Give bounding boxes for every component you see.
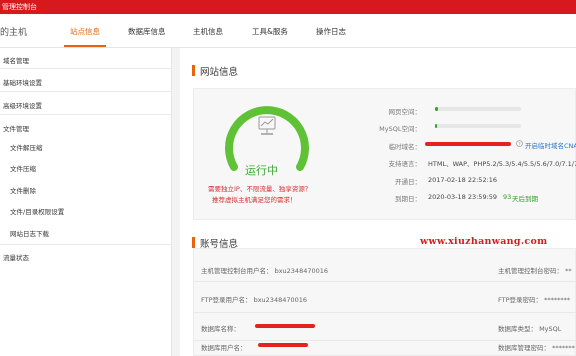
top-bar: 管理控制台 bbox=[0, 0, 576, 14]
sidebar-item-file-manager[interactable]: 文件管理 bbox=[3, 123, 29, 133]
tab-operation-log[interactable]: 操作日志 bbox=[316, 26, 346, 37]
languages-value: HTML、WAP、PHP5.2/5.3/5.4/5.5/5.6/7.0/7.1/… bbox=[428, 160, 576, 168]
tab-tools-services[interactable]: 工具&服务 bbox=[252, 26, 288, 37]
expire-days-suffix: 天后到期 bbox=[512, 195, 538, 203]
site-info-panel: 运行中 需要独立IP、不限流量、独享资源？ 推荐虚拟主机满足您的需求！ 网页空间… bbox=[193, 88, 576, 220]
redacted-database-username bbox=[258, 343, 308, 347]
tab-database-info[interactable]: 数据库信息 bbox=[128, 26, 166, 37]
account-row-divider bbox=[193, 281, 576, 282]
svg-text:?: ? bbox=[518, 141, 520, 146]
tab-bar: 的主机 站点信息 数据库信息 主机信息 工具&服务 操作日志 bbox=[0, 14, 576, 48]
expire-days-count: 93 bbox=[503, 193, 512, 201]
console-title: 管理控制台 bbox=[2, 3, 37, 11]
upgrade-hint-line2[interactable]: 推荐虚拟主机满足您的需求！ bbox=[212, 194, 297, 204]
tab-site-info[interactable]: 站点信息 bbox=[70, 26, 100, 37]
database-type: 数据库类型： MySQL bbox=[498, 325, 562, 333]
sidebar-divider bbox=[0, 244, 172, 245]
upgrade-hint-line1: 需要独立IP、不限流量、独享资源？ bbox=[208, 185, 312, 193]
watermark: www.xiuzhanwang.com bbox=[420, 236, 548, 247]
account-row-divider bbox=[193, 312, 576, 313]
web-space-meter-fill bbox=[435, 107, 438, 111]
expire-date-value: 2020-03-18 23:59:59 bbox=[428, 193, 498, 201]
enable-temp-domain-link[interactable]: 开启临时域名CNA bbox=[525, 140, 576, 150]
run-status: 运行中 bbox=[245, 164, 278, 177]
brand-title: 的主机 bbox=[0, 28, 28, 38]
site-info-title: 网站信息 bbox=[200, 67, 239, 78]
languages-label: 支持语言： bbox=[388, 160, 422, 168]
sidebar-item-advanced-env[interactable]: 高级环境设置 bbox=[3, 100, 42, 110]
console-password: 主机管理控制台密码： ** bbox=[498, 267, 572, 275]
redacted-domain bbox=[425, 142, 511, 146]
open-date-value: 2017-02-18 22:52:16 bbox=[428, 176, 498, 184]
sidebar-subitem-log-download[interactable]: 网站日志下载 bbox=[10, 228, 49, 238]
server-icon bbox=[258, 116, 276, 135]
database-name: 数据库名称： bbox=[201, 325, 240, 333]
active-tab-indicator bbox=[64, 45, 106, 47]
sidebar-divider bbox=[0, 114, 172, 115]
expire-date-label: 到期日： bbox=[395, 195, 421, 203]
web-space-meter bbox=[435, 107, 521, 111]
sidebar-divider bbox=[0, 91, 172, 92]
sidebar-divider bbox=[0, 68, 172, 69]
sidebar-item-domain[interactable]: 域名管理 bbox=[3, 55, 29, 65]
sidebar-subitem-unzip[interactable]: 文件解压缩 bbox=[10, 142, 43, 152]
database-password: 数据库管理密码： ******* bbox=[498, 344, 575, 352]
sidebar-item-basic-env[interactable]: 基础环境设置 bbox=[3, 77, 42, 87]
ftp-username: FTP登录用户名： bxu2348470016 bbox=[201, 296, 308, 304]
ftp-password: FTP登录密码： ******** bbox=[498, 296, 571, 304]
temp-domain-help-icon[interactable]: ? bbox=[516, 140, 523, 149]
console-username: 主机管理控制台用户名： bxu2348470016 bbox=[201, 267, 329, 275]
redacted-database-name bbox=[255, 324, 315, 328]
tab-host-info[interactable]: 主机信息 bbox=[193, 26, 223, 37]
web-space-label: 网页空间： bbox=[388, 108, 422, 116]
open-date-label: 开通日： bbox=[395, 178, 421, 186]
database-username: 数据库用户名： bbox=[201, 344, 247, 352]
section-accent-bar bbox=[192, 65, 195, 76]
sidebar-subitem-permissions[interactable]: 文件/目录权限设置 bbox=[10, 206, 64, 216]
mysql-space-meter bbox=[435, 124, 521, 128]
mysql-space-label: MySQL空间： bbox=[379, 125, 421, 133]
sidebar-subitem-delete[interactable]: 文件删除 bbox=[10, 185, 36, 195]
sidebar: 域名管理 基础环境设置 高级环境设置 文件管理 文件解压缩 文件压缩 文件删除 … bbox=[0, 48, 172, 356]
mysql-space-meter-fill bbox=[435, 124, 437, 128]
sidebar-subitem-zip[interactable]: 文件压缩 bbox=[10, 163, 36, 173]
section-accent-bar bbox=[192, 237, 195, 248]
main-content: 网站信息 运行中 需要独立IP、不限流量、独享资源？ 推荐虚拟主机满足您的需求！… bbox=[180, 48, 576, 356]
sidebar-item-traffic[interactable]: 流量状态 bbox=[3, 252, 29, 262]
account-row-divider bbox=[193, 340, 576, 341]
temp-domain-label: 临时域名： bbox=[388, 143, 422, 151]
